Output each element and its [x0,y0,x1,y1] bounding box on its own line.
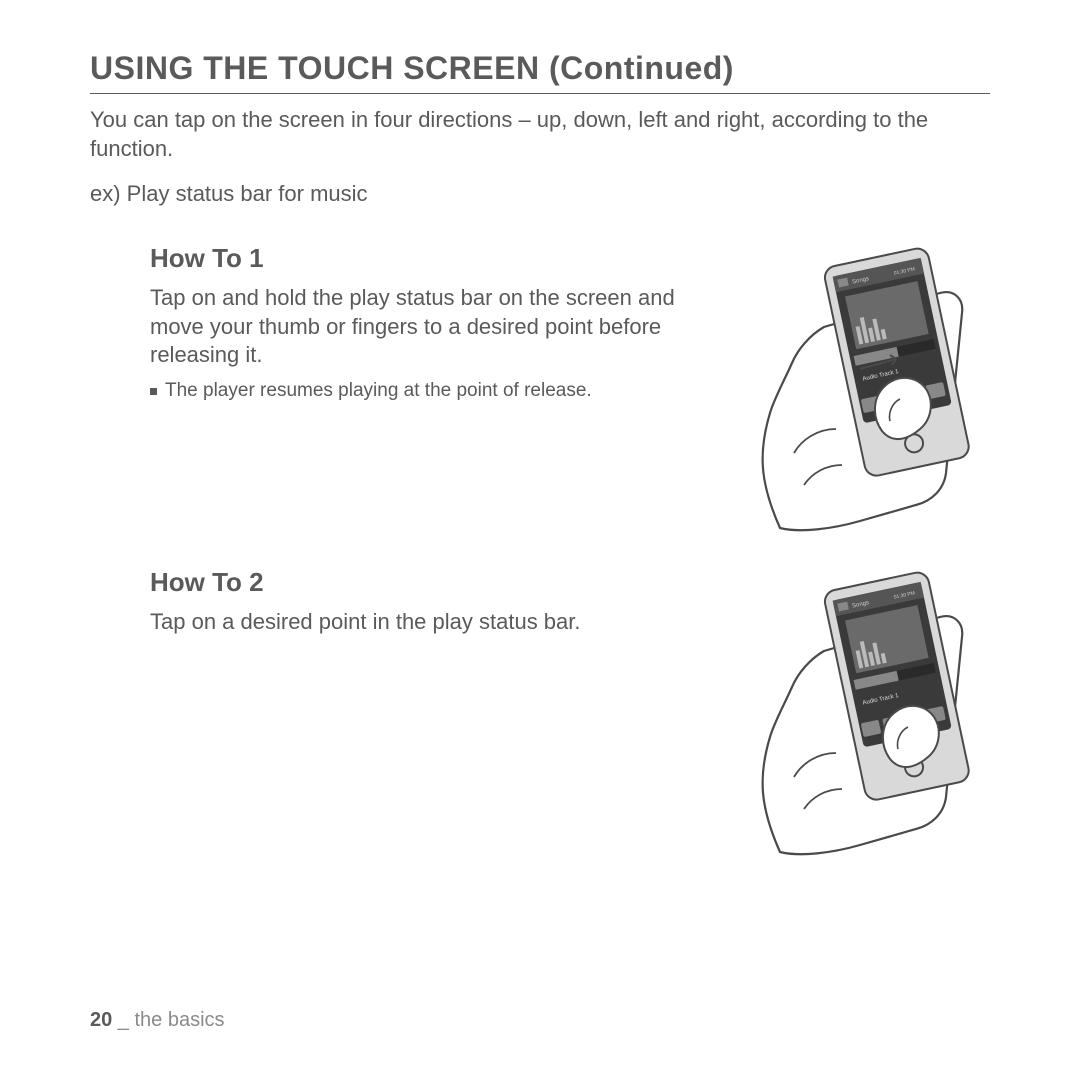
howto-1-section: How To 1 Tap on and hold the play status… [90,243,990,533]
footer-section: the basics [135,1009,225,1031]
page-number: 20 [90,1009,112,1031]
howto-1-illustration: Songs 01:30 PM Audio Track 1 [740,243,990,533]
bullet-square-icon [150,388,157,395]
footer-separator: _ [112,1009,134,1031]
page-footer: 20 _ the basics [90,1009,225,1032]
intro-text: You can tap on the screen in four direct… [90,106,990,163]
example-text: ex) Play status bar for music [90,181,990,207]
howto-1-bullet: The player resumes playing at the point … [150,380,716,402]
page-title: USING THE TOUCH SCREEN (Continued) [90,50,990,94]
howto-2-section: How To 2 Tap on a desired point in the p… [90,567,990,857]
howto-1-heading: How To 1 [150,243,716,274]
howto-2-heading: How To 2 [150,567,716,598]
howto-1-body: Tap on and hold the play status bar on t… [150,284,716,370]
howto-2-illustration: Songs 01:30 PM Audio Track 1 [740,567,990,857]
howto-1-bullet-text: The player resumes playing at the point … [165,380,592,402]
howto-2-body: Tap on a desired point in the play statu… [150,608,716,637]
